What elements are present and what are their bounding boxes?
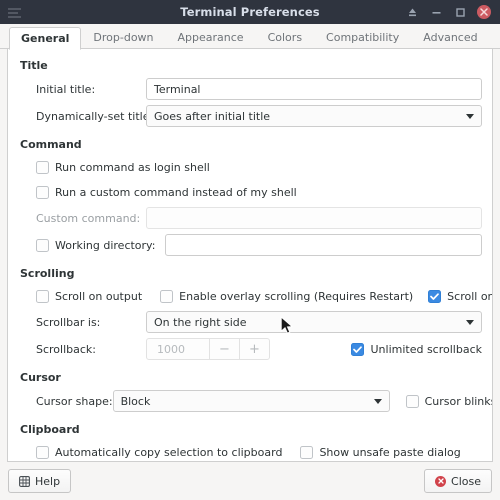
close-button-label: Close [451, 474, 481, 488]
row-scrollback: Scrollback: 1000 − + Unlimited scrollbac… [18, 336, 482, 362]
close-button[interactable]: Close [424, 469, 492, 493]
dynamic-title-label: Dynamically-set title: [36, 109, 154, 123]
row-login-shell: Run command as login shell [18, 155, 482, 179]
close-icon[interactable] [477, 5, 491, 19]
dynamic-title-value: Goes after initial title [154, 109, 271, 123]
cursor-shape-select[interactable]: Block [112, 390, 390, 412]
auto-copy-label: Automatically copy selection to clipboar… [55, 445, 283, 459]
checkbox-box [36, 445, 49, 459]
scrollback-value: 1000 [157, 342, 185, 356]
scroll-on-keystroke-label: Scroll on keystroke [447, 289, 492, 303]
section-command: Command Run command as login shell Run a… [18, 138, 482, 258]
unlimited-scrollback-label: Unlimited scrollback [370, 342, 482, 356]
scrollback-label: Scrollback: [36, 342, 97, 356]
general-tab-panel: Title Initial title: Terminal Dynamicall… [7, 49, 493, 462]
section-heading-clipboard: Clipboard [20, 423, 80, 436]
row-scroll-checkboxes: Scroll on output Enable overlay scrollin… [18, 284, 492, 308]
tab-appearance[interactable]: Appearance [166, 26, 256, 49]
tab-drop-down[interactable]: Drop-down [81, 26, 165, 49]
help-button-label: Help [35, 474, 61, 488]
tab-compatibility[interactable]: Compatibility [314, 26, 411, 49]
row-initial-title: Initial title: Terminal [18, 76, 482, 102]
custom-command-label: Custom command: [36, 211, 141, 225]
scrollback-stepper: 1000 − + [146, 338, 270, 360]
auto-copy-checkbox[interactable]: Automatically copy selection to clipboar… [36, 445, 283, 459]
section-heading-cursor: Cursor [20, 371, 61, 384]
unsafe-paste-label: Show unsafe paste dialog [319, 445, 461, 459]
login-shell-label: Run command as login shell [55, 160, 210, 174]
overlay-scrolling-label: Enable overlay scrolling (Requires Resta… [179, 289, 414, 303]
cursor-shape-value: Block [120, 394, 151, 408]
checkbox-box [405, 394, 419, 408]
title-bar: Terminal Preferences [0, 0, 500, 24]
shade-icon[interactable] [405, 5, 420, 20]
help-button[interactable]: Help [8, 469, 72, 493]
working-directory-checkbox[interactable]: Working directory: [36, 238, 156, 252]
section-cursor: Cursor Cursor shape: Block Cursor blinks [18, 371, 492, 414]
login-shell-checkbox[interactable]: Run command as login shell [36, 160, 210, 174]
chevron-down-icon [466, 113, 474, 119]
scrollbar-position-value: On the right side [154, 315, 247, 329]
cursor-blinks-label: Cursor blinks [424, 394, 493, 408]
row-cursor-shape: Cursor shape: Block Cursor blinks [18, 388, 492, 414]
section-clipboard: Clipboard Automatically copy selection t… [18, 423, 482, 461]
checkbox-box [36, 289, 49, 303]
initial-title-input[interactable]: Terminal [146, 78, 482, 100]
overlay-scrolling-checkbox[interactable]: Enable overlay scrolling (Requires Resta… [160, 289, 414, 303]
checkbox-box [428, 289, 442, 303]
tab-advanced[interactable]: Advanced [411, 26, 489, 49]
working-directory-input[interactable] [165, 234, 482, 256]
window-controls [405, 5, 500, 20]
unlimited-scrollback-checkbox[interactable]: Unlimited scrollback [351, 342, 482, 356]
row-custom-command-toggle: Run a custom command instead of my shell [18, 180, 482, 204]
row-clipboard-checkboxes: Automatically copy selection to clipboar… [18, 440, 482, 461]
minimize-icon[interactable] [429, 5, 444, 20]
dynamic-title-select[interactable]: Goes after initial title [146, 105, 482, 127]
section-heading-scrolling: Scrolling [20, 267, 75, 280]
scrollback-decrement-button: − [209, 339, 239, 359]
checkbox-box [160, 289, 174, 303]
custom-command-checkbox-label: Run a custom command instead of my shell [55, 185, 297, 199]
scrollbar-is-label: Scrollbar is: [36, 315, 101, 329]
checkbox-box [36, 160, 49, 174]
row-custom-command: Custom command: [18, 205, 482, 231]
scroll-on-output-label: Scroll on output [55, 289, 143, 303]
custom-command-input [146, 207, 482, 229]
working-directory-label: Working directory: [55, 238, 156, 252]
tab-colors[interactable]: Colors [256, 26, 314, 49]
checkbox-box [36, 185, 49, 199]
checkbox-box [36, 238, 49, 252]
checkbox-box [300, 445, 314, 459]
row-dynamic-title: Dynamically-set title: Goes after initia… [18, 103, 482, 129]
section-title: Title Initial title: Terminal Dynamicall… [18, 59, 482, 129]
initial-title-label: Initial title: [36, 82, 96, 96]
section-scrolling: Scrolling Scroll on output Enable overla… [18, 267, 492, 362]
scrollback-increment-button: + [239, 339, 269, 359]
section-heading-title: Title [20, 59, 48, 72]
section-heading-command: Command [20, 138, 82, 151]
cursor-shape-label: Cursor shape: [36, 394, 113, 408]
chevron-down-icon [466, 319, 474, 325]
close-circle-icon [435, 475, 447, 487]
cursor-blinks-checkbox[interactable]: Cursor blinks [405, 394, 493, 408]
row-scrollbar-is: Scrollbar is: On the right side [18, 309, 482, 335]
checkbox-box [351, 342, 365, 356]
tab-general[interactable]: General [9, 27, 82, 50]
custom-command-checkbox[interactable]: Run a custom command instead of my shell [36, 185, 297, 199]
preferences-window: Terminal Preferences General Drop-down A… [0, 0, 500, 500]
scroll-on-output-checkbox[interactable]: Scroll on output [36, 289, 143, 303]
help-icon [19, 475, 30, 487]
chevron-down-icon [373, 398, 382, 404]
window-menu-icon[interactable] [0, 7, 60, 18]
maximize-icon[interactable] [453, 5, 468, 20]
dialog-action-bar: Help Close [0, 462, 500, 500]
scrollbar-position-select[interactable]: On the right side [146, 311, 482, 333]
row-working-directory: Working directory: [18, 232, 482, 258]
unsafe-paste-checkbox[interactable]: Show unsafe paste dialog [300, 445, 461, 459]
tab-bar: General Drop-down Appearance Colors Comp… [0, 24, 500, 50]
scroll-on-keystroke-checkbox[interactable]: Scroll on keystroke [428, 289, 492, 303]
